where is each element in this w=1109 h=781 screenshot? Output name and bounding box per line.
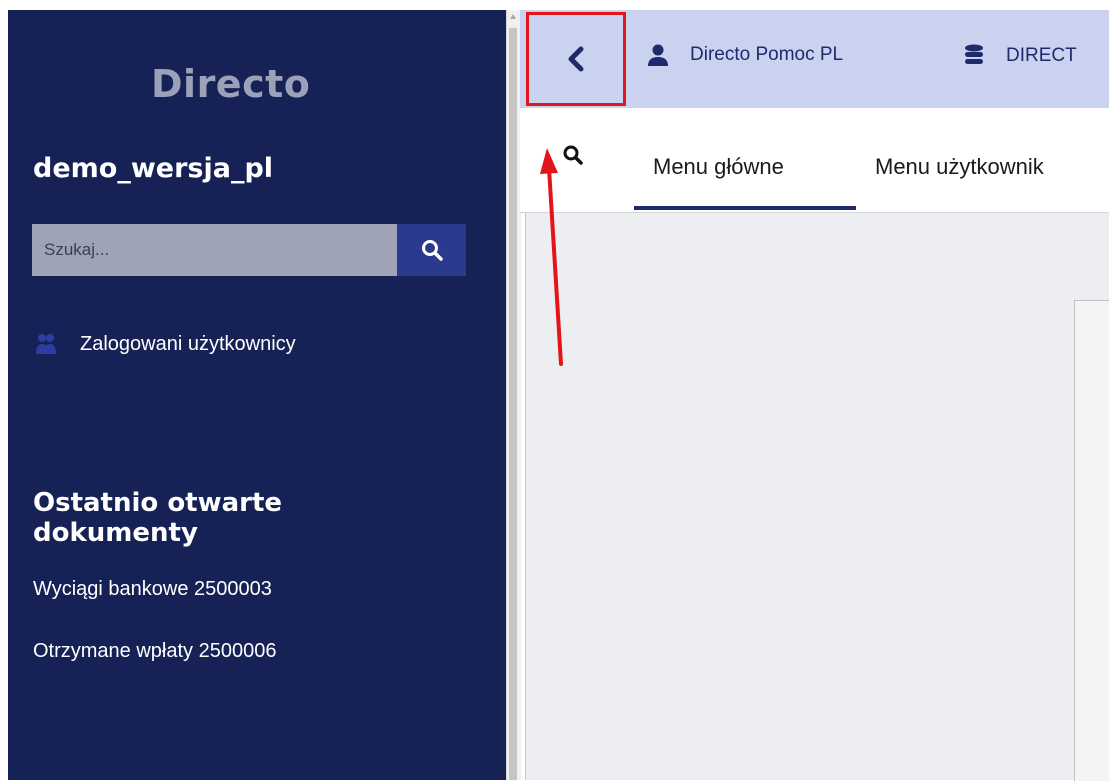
annotation-arrow [540,148,563,366]
current-user[interactable]: Directo Pomoc PL [648,44,843,66]
logged-users-label: Zalogowani użytkownicy [80,332,296,355]
recent-documents-title: Ostatnio otwarte dokumenty [33,488,283,548]
database-name: DIRECT [1006,45,1077,66]
top-header: Directo Pomoc PL DIRECT [520,10,1109,108]
current-database[interactable]: DIRECT [964,44,1077,68]
company-name: demo_wersja_pl [33,153,274,184]
active-tab-indicator [634,206,856,210]
users-icon [36,334,56,354]
chevron-left-icon [568,46,584,72]
content-panel [1074,300,1109,781]
main-content-area [525,213,1109,780]
sidebar: Directo demo_wersja_pl Zalogowani użytko… [8,10,506,780]
scroll-up-arrow-icon[interactable] [510,14,516,19]
scrollbar-thumb[interactable] [509,28,517,780]
user-icon [648,44,668,66]
database-icon [965,44,983,64]
user-name: Directo Pomoc PL [690,44,844,65]
recent-document-link[interactable]: Otrzymane wpłaty 2500006 [33,640,276,663]
search-icon [421,240,443,261]
collapse-sidebar-button[interactable] [526,12,626,106]
tab-main-menu[interactable]: Menu główne [653,154,784,180]
search-input[interactable] [32,224,397,276]
logged-users-link[interactable]: Zalogowani użytkownicy [36,328,296,360]
search-button[interactable] [397,224,466,276]
menu-tabs: Menu główne Menu użytkownik [520,108,1109,213]
sidebar-search [32,224,466,276]
directo-logo[interactable]: Directo [151,62,310,106]
recent-document-link[interactable]: Wyciągi bankowe 2500003 [33,578,272,601]
tab-user-menu[interactable]: Menu użytkownik [875,154,1044,180]
